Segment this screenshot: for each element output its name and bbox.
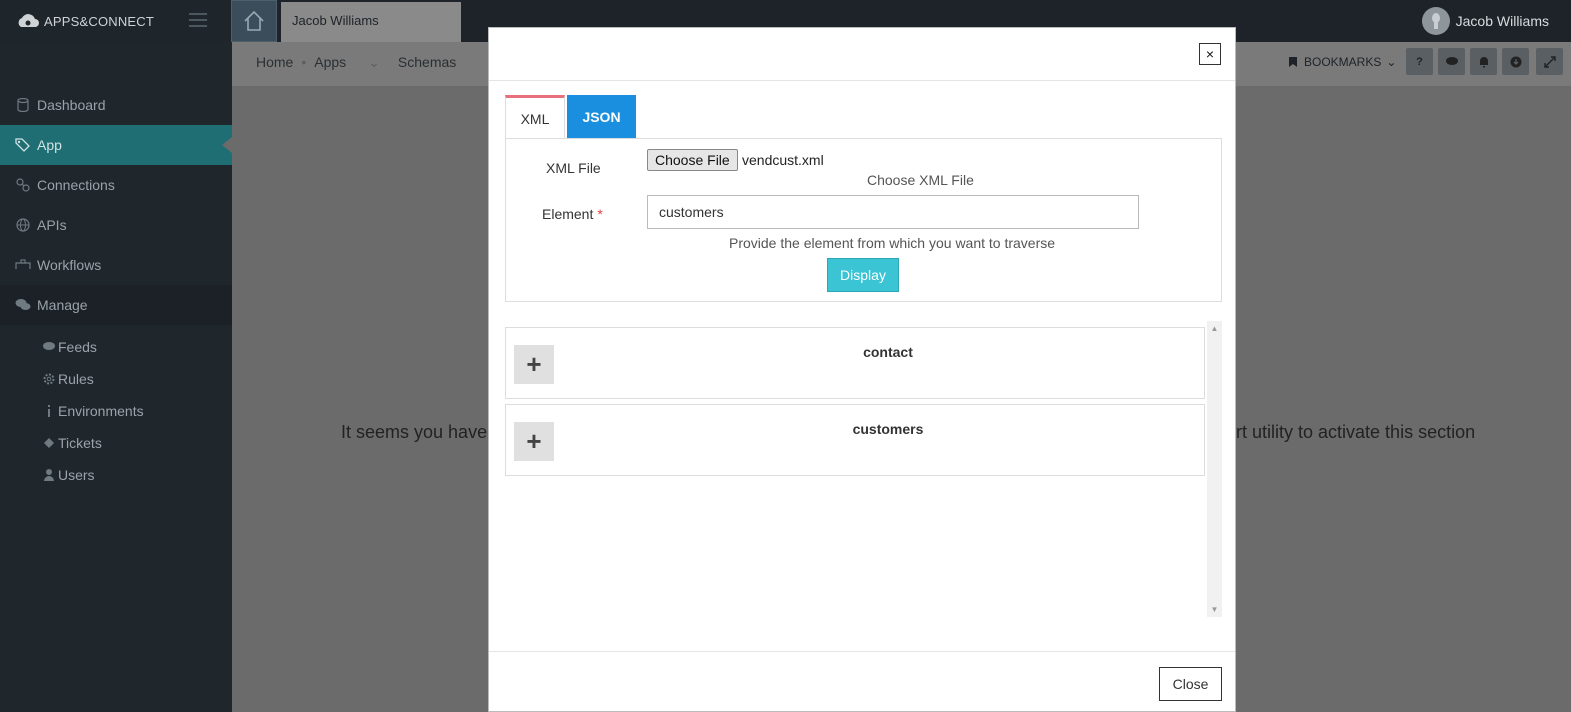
breadcrumb-schemas[interactable]: Schemas [398,54,456,71]
info-icon [42,404,56,418]
format-tabs: XML JSON [505,95,636,139]
tab-json[interactable]: JSON [567,95,636,139]
element-label-text: Element [542,206,594,222]
user-silhouette-icon [1431,13,1440,29]
sidebar-item-label: Manage [37,297,88,313]
notifications-button[interactable] [1470,48,1497,75]
required-marker: * [597,206,603,222]
sidebar-item-label: Dashboard [37,97,106,113]
bell-icon [1479,56,1488,67]
brand-name: APPS&CONNECT [44,13,155,29]
sidebar-subitem-label: Feeds [58,339,97,355]
cloud-logo-icon [18,14,39,27]
bookmarks-label: BOOKMARKS [1304,55,1382,69]
tree-node: + customers [505,404,1205,476]
sidebar-subitem-environments[interactable]: Environments [42,401,144,421]
user-menu[interactable]: Jacob Williams [1421,6,1549,36]
sidebar-item-label: App [37,137,62,153]
schema-modal: × XML JSON XML File Choose File vendcust… [488,27,1236,712]
sidebar-subitem-tickets[interactable]: Tickets [42,433,102,453]
chat-button[interactable] [1438,48,1465,75]
sidebar-item-dashboard[interactable]: Dashboard [0,85,232,125]
sidebar-subitem-label: Users [58,467,95,483]
choose-file-hint: Choose XML File [867,172,974,188]
download-icon [1510,56,1521,67]
sidebar: Dashboard App Connections APIs Workflows… [0,42,232,712]
home-button[interactable] [231,0,277,42]
schema-tree: + contact + customers ▲ ▼ [505,321,1222,617]
breadcrumb-apps[interactable]: Apps [314,54,346,71]
workflow-icon [15,257,31,273]
sidebar-item-connections[interactable]: Connections [0,165,232,205]
sidebar-item-workflows[interactable]: Workflows [0,245,232,285]
download-button[interactable] [1502,48,1529,75]
xml-file-label: XML File [546,160,601,176]
tags-icon [15,137,31,153]
sidebar-item-app[interactable]: App [0,125,232,165]
globe-icon [15,217,31,233]
help-button[interactable]: ? [1406,48,1433,75]
ticket-icon [42,436,56,450]
chevron-down-icon[interactable]: ⌄ [368,54,380,71]
chosen-file-name: vendcust.xml [742,152,824,168]
bookmarks-menu[interactable]: BOOKMARKS ⌄ [1288,55,1396,69]
sidebar-item-apis[interactable]: APIs [0,205,232,245]
tree-node: + contact [505,327,1205,399]
user-name: Jacob Williams [1455,13,1549,29]
sidebar-subitem-users[interactable]: Users [42,465,95,485]
chevron-down-icon: ⌄ [1386,55,1397,69]
sidebar-subitem-feeds[interactable]: Feeds [42,337,97,357]
sidebar-subitem-rules[interactable]: Rules [42,369,94,389]
comments-icon [15,297,31,313]
breadcrumb-separator-icon: • [301,54,307,70]
element-label: Element * [542,206,603,222]
background-message-right: rt utility to activate this section [1236,422,1476,442]
hamburger-menu-icon[interactable] [189,13,207,27]
close-button[interactable]: Close [1159,667,1222,701]
open-tab[interactable]: Jacob Williams [281,2,461,42]
element-input[interactable] [647,195,1139,229]
expand-icon [1543,55,1556,68]
tree-scrollbar[interactable]: ▲ ▼ [1207,321,1222,617]
breadcrumb-home[interactable]: Home [256,54,293,71]
scroll-up-arrow-icon[interactable]: ▲ [1207,321,1222,336]
modal-header: × [489,28,1235,81]
sidebar-subitem-label: Rules [58,371,94,387]
breadcrumb: Home • Apps ⌄ Schemas [256,54,460,71]
brand: APPS&CONNECT [0,0,232,42]
background-message-left: It seems you have [341,422,488,442]
bookmark-icon [1289,57,1297,67]
sidebar-subitem-label: Environments [58,403,144,419]
modal-footer: Close [489,651,1235,711]
sidebar-item-label: APIs [37,217,67,233]
chat-icon [1445,56,1458,65]
fullscreen-button[interactable] [1536,48,1563,75]
close-icon[interactable]: × [1199,43,1221,65]
user-icon [42,468,56,482]
database-icon [15,97,31,113]
link-icon [15,177,31,193]
display-button[interactable]: Display [827,258,899,292]
sidebar-item-label: Connections [37,177,115,193]
gear-icon [42,372,56,386]
xml-panel: XML File Choose File vendcust.xml Choose… [505,138,1222,302]
sidebar-item-label: Workflows [37,257,102,273]
element-hint: Provide the element from which you want … [729,235,1056,251]
tree-node-title: customers [852,421,924,437]
question-icon: ? [1416,55,1423,68]
tab-xml[interactable]: XML [505,95,565,139]
comment-icon [42,340,56,354]
sidebar-subitem-label: Tickets [58,435,102,451]
sidebar-item-manage[interactable]: Manage [0,285,232,325]
avatar [1421,7,1450,35]
home-icon [244,10,264,31]
tree-node-title: contact [863,344,913,360]
scroll-down-arrow-icon[interactable]: ▼ [1207,602,1222,617]
choose-file-button[interactable]: Choose File [647,149,738,171]
